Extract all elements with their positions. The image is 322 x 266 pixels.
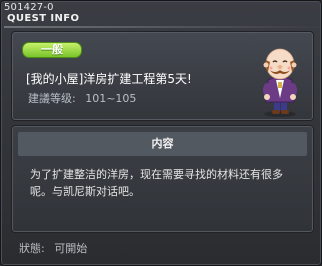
quest-info-window: 501427-0 QUEST INFO 一般 [我的小屋]洋房扩建工程第5天! …	[0, 0, 322, 266]
category-label: 一般	[41, 43, 63, 56]
npc-portrait-icon	[250, 38, 310, 118]
category-badge: 一般	[22, 42, 82, 58]
level-row: 建議等级: 101~105	[28, 90, 142, 106]
title-divider	[4, 26, 320, 28]
content-panel: 内容 为了扩建整洁的洋房，现在需要寻找的材料还有很多呢。与凯尼斯对话吧。	[11, 125, 314, 233]
quest-summary-panel: 一般 [我的小屋]洋房扩建工程第5天! 建議等级: 101~105	[11, 31, 314, 121]
level-range: 101~105	[85, 92, 137, 105]
status-label: 狀態:	[19, 242, 45, 255]
quest-title: [我的小屋]洋房扩建工程第5天!	[26, 72, 192, 86]
status-row: 狀態: 可開始	[19, 240, 93, 256]
content-header-label: 内容	[151, 137, 174, 150]
window-title: QUEST INFO	[7, 13, 80, 24]
level-label: 建議等级:	[28, 92, 76, 105]
content-header: 内容	[18, 132, 307, 156]
status-value: 可開始	[54, 242, 88, 255]
content-text: 为了扩建整洁的洋房，现在需要寻找的材料还有很多呢。与凯尼斯对话吧。	[30, 168, 283, 198]
title-bar[interactable]: QUEST INFO	[4, 12, 320, 28]
